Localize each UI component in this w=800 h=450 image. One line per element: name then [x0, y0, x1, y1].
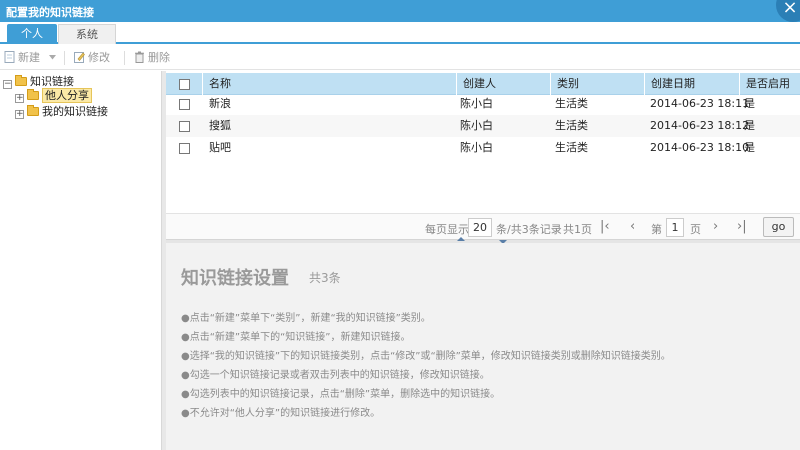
help-item: ●勾选一个知识链接记录或者双击列表中的知识链接，修改知识链接。	[181, 370, 490, 381]
column-header-category[interactable]: 类别	[550, 73, 644, 95]
cell-category: 生活类	[555, 141, 588, 154]
new-button-label: 新建	[18, 51, 40, 64]
edit-button-label: 修改	[88, 51, 110, 64]
tree-node-label: 我的知识链接	[42, 105, 108, 118]
tab-bar: 个人 系统	[0, 22, 800, 44]
column-header-date[interactable]: 创建日期	[644, 73, 739, 95]
cell-date: 2014-06-23 18:12	[650, 119, 750, 132]
new-doc-icon	[4, 51, 15, 63]
folder-icon	[27, 89, 39, 100]
cell-name: 搜狐	[209, 119, 231, 132]
toolbar-divider	[64, 51, 65, 65]
tab-personal[interactable]: 个人	[7, 24, 57, 44]
chevron-down-icon	[48, 55, 56, 60]
close-icon[interactable]: ×	[776, 0, 800, 22]
cell-creator: 陈小白	[460, 119, 493, 132]
cell-date: 2014-06-23 18:11	[650, 97, 750, 110]
column-header-creator[interactable]: 创建人	[456, 73, 550, 95]
delete-button-label: 删除	[148, 51, 170, 64]
records-label: 条/共3条记录	[496, 223, 562, 236]
category-tree: − 知识链接 + 他人分享 + 我的知识链接	[0, 71, 162, 450]
row-checkbox[interactable]	[179, 99, 190, 110]
folder-icon	[27, 105, 39, 116]
help-item: ●点击“新建”菜单下的“知识链接”，新建知识链接。	[181, 332, 411, 343]
help-item: ●勾选列表中的知识链接记录，点击“删除”菜单，删除选中的知识链接。	[181, 389, 501, 400]
toolbar-divider	[124, 51, 125, 65]
page-suffix: 页	[690, 223, 701, 236]
new-button[interactable]: 新建	[4, 51, 56, 65]
collapse-up-icon[interactable]	[457, 237, 465, 241]
collapse-icon[interactable]: −	[3, 80, 12, 89]
window-title: 配置我的知识链接	[6, 6, 94, 19]
cell-enabled: 是	[744, 119, 755, 132]
help-panel: 知识链接设置 共3条 ●点击“新建”菜单下“类别”，新建“我的知识链接”类别。 …	[166, 243, 800, 450]
cell-date: 2014-06-23 18:10	[650, 141, 750, 154]
table-row[interactable]: 搜狐 陈小白 生活类 2014-06-23 18:12 是	[166, 115, 800, 137]
cell-name: 贴吧	[209, 141, 231, 154]
per-page-label: 每页显示	[425, 223, 469, 236]
table-row[interactable]: 贴吧 陈小白 生活类 2014-06-23 18:10 是	[166, 137, 800, 159]
help-item: ●点击“新建”菜单下“类别”，新建“我的知识链接”类别。	[181, 313, 431, 324]
column-header-name[interactable]: 名称	[202, 73, 456, 95]
tab-system[interactable]: 系统	[58, 24, 116, 44]
tree-node-label: 他人分享	[42, 88, 92, 103]
help-count: 共3条	[309, 271, 341, 285]
column-header-enabled[interactable]: 是否启用	[739, 73, 800, 95]
help-list: ●点击“新建”菜单下“类别”，新建“我的知识链接”类别。 ●点击“新建”菜单下的…	[181, 309, 793, 423]
cell-creator: 陈小白	[460, 97, 493, 110]
links-table: 名称 创建人 类别 创建日期 是否启用 新浪 陈小白 生活类 2014-06-2…	[166, 71, 800, 213]
row-checkbox[interactable]	[179, 121, 190, 132]
help-item: ●选择“我的知识链接”下的知识链接类别，点击“修改”或“删除”菜单，修改知识链接…	[181, 351, 671, 362]
cell-name: 新浪	[209, 97, 231, 110]
last-page-icon[interactable]: ›|	[737, 219, 747, 234]
page-prefix: 第	[651, 223, 662, 236]
tree-node-shared[interactable]: + 他人分享	[15, 88, 92, 104]
cell-enabled: 是	[744, 97, 755, 110]
per-page-input[interactable]: 20	[468, 218, 492, 237]
folder-open-icon	[15, 75, 27, 86]
window-titlebar: 配置我的知识链接 ×	[0, 0, 800, 22]
delete-button[interactable]: 删除	[134, 51, 170, 65]
table-row[interactable]: 新浪 陈小白 生活类 2014-06-23 18:11 是	[166, 93, 800, 115]
go-button[interactable]: go	[763, 217, 794, 237]
tree-node-my-links[interactable]: + 我的知识链接	[15, 104, 108, 120]
help-title: 知识链接设置	[181, 268, 289, 289]
expand-icon[interactable]: +	[15, 94, 24, 103]
first-page-icon[interactable]: |‹	[600, 219, 610, 234]
trash-icon	[135, 51, 144, 63]
edit-icon	[74, 52, 85, 63]
toolbar: 新建 修改 删除	[0, 46, 800, 70]
cell-category: 生活类	[555, 119, 588, 132]
tree-node-label: 知识链接	[30, 75, 74, 88]
help-item: ●不允许对“他人分享”的知识链接进行修改。	[181, 408, 381, 419]
edit-button[interactable]: 修改	[74, 51, 110, 65]
row-checkbox[interactable]	[179, 143, 190, 154]
cell-creator: 陈小白	[460, 141, 493, 154]
table-header: 名称 创建人 类别 创建日期 是否启用	[166, 73, 800, 95]
next-page-icon[interactable]: ›	[713, 219, 718, 234]
cell-enabled: 是	[744, 141, 755, 154]
total-pages-label: 共1页	[563, 223, 592, 236]
page-number-input[interactable]: 1	[666, 218, 684, 237]
pagination-bar: 每页显示 20 条/共3条记录 共1页 |‹ ‹ 第 1 页 › ›| go	[166, 213, 800, 240]
prev-page-icon[interactable]: ‹	[630, 219, 635, 234]
cell-category: 生活类	[555, 97, 588, 110]
expand-icon[interactable]: +	[15, 110, 24, 119]
select-all-checkbox[interactable]	[179, 79, 190, 90]
